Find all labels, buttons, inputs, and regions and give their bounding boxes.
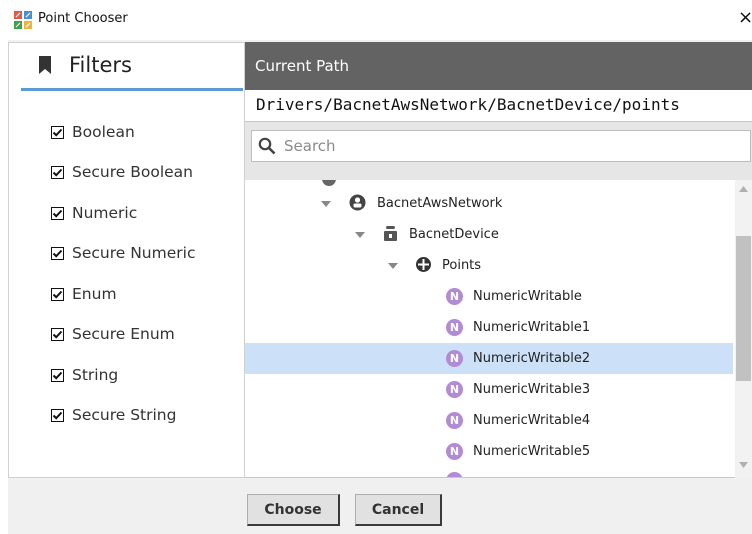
- station-icon: [322, 180, 336, 186]
- current-path-row: Drivers/BacnetAwsNetwork/BacnetDevice/po…: [245, 90, 752, 122]
- tree-node-label: BacnetAwsNetwork: [377, 196, 503, 211]
- filter-numeric[interactable]: Numeric: [51, 202, 137, 224]
- filter-secure-enum[interactable]: Secure Enum: [51, 323, 175, 345]
- tree-node-points[interactable]: Points: [245, 250, 733, 281]
- tree-node-label: NumericWritable4: [473, 413, 591, 428]
- numeric-point-icon: N: [446, 443, 463, 460]
- tree-node-bacnetdevice[interactable]: BacnetDevice: [245, 219, 733, 250]
- search-box[interactable]: [251, 130, 751, 162]
- filters-title: Filters: [69, 53, 132, 77]
- filter-string[interactable]: String: [51, 364, 118, 386]
- filter-label: Secure Numeric: [72, 244, 196, 262]
- points-folder-icon: [416, 257, 431, 272]
- tree-node-bacnetawsnetwork[interactable]: BacnetAwsNetwork: [245, 188, 733, 219]
- point-chooser-app-icon: [14, 11, 32, 29]
- filter-secure-string[interactable]: Secure String: [51, 404, 176, 426]
- filter-enum[interactable]: Enum: [51, 283, 117, 305]
- checkbox-checked-icon[interactable]: [51, 287, 64, 301]
- scroll-thumb[interactable]: [736, 236, 751, 381]
- expand-caret-icon[interactable]: [388, 263, 398, 269]
- filter-label: Secure Enum: [72, 325, 175, 343]
- numeric-point-icon: N: [446, 350, 463, 367]
- point-tree: BacnetAwsNetwork BacnetDevice Points N N…: [245, 180, 752, 478]
- checkbox-checked-icon[interactable]: [51, 368, 64, 382]
- tree-node-label: NumericWritable5: [473, 444, 591, 459]
- current-path-value: Drivers/BacnetAwsNetwork/BacnetDevice/po…: [256, 95, 680, 114]
- tree-node-numericwritable[interactable]: N NumericWritable: [245, 281, 733, 312]
- numeric-point-icon: N: [446, 412, 463, 429]
- checkbox-checked-icon[interactable]: [51, 165, 64, 179]
- cancel-button[interactable]: Cancel: [355, 494, 442, 526]
- filter-label: String: [72, 366, 119, 384]
- filter-secure-numeric[interactable]: Secure Numeric: [51, 242, 195, 264]
- filters-panel: Filters Boolean Secure Boolean Numeric S…: [8, 42, 245, 478]
- tree-node-numericwritable4[interactable]: N NumericWritable4: [245, 405, 733, 436]
- tree-node-numericwritable1[interactable]: N NumericWritable1: [245, 312, 733, 343]
- tree-node-label: Points: [442, 258, 482, 273]
- tree-node-label: BacnetDevice: [409, 227, 499, 242]
- checkbox-checked-icon[interactable]: [51, 327, 64, 341]
- numeric-point-icon: N: [446, 319, 463, 336]
- device-icon: [384, 226, 397, 241]
- choose-button[interactable]: Choose: [247, 494, 340, 526]
- scroll-up-arrow-icon[interactable]: [739, 186, 748, 192]
- current-path-header: Current Path: [245, 42, 752, 90]
- tree-scrollbar[interactable]: [735, 180, 752, 478]
- checkbox-checked-icon[interactable]: [51, 408, 64, 422]
- checkbox-checked-icon[interactable]: [51, 125, 64, 139]
- filter-label: Numeric: [72, 204, 138, 222]
- close-icon[interactable]: ×: [738, 7, 752, 29]
- filter-label: Boolean: [72, 123, 135, 141]
- tree-node-numericwritable2[interactable]: N NumericWritable2: [245, 343, 733, 374]
- checkbox-checked-icon[interactable]: [51, 246, 64, 260]
- window-title: Point Chooser: [38, 11, 128, 26]
- filter-label: Enum: [72, 285, 117, 303]
- numeric-point-icon: [446, 472, 463, 477]
- tree-node-numericwritable5[interactable]: N NumericWritable5: [245, 436, 733, 467]
- tree-node-label: NumericWritable3: [473, 382, 591, 397]
- current-path-label: Current Path: [255, 57, 350, 75]
- filter-label: Secure String: [72, 406, 177, 424]
- checkbox-checked-icon[interactable]: [51, 206, 64, 220]
- bookmark-icon: [39, 56, 51, 74]
- expand-caret-icon[interactable]: [321, 201, 331, 207]
- tree-node-label: NumericWritable2: [473, 351, 591, 366]
- network-icon: [349, 194, 366, 211]
- filters-header: Filters: [21, 43, 243, 91]
- scroll-down-arrow-icon[interactable]: [739, 462, 748, 468]
- tree-node-label: NumericWritable1: [473, 320, 591, 335]
- filter-label: Secure Boolean: [72, 163, 193, 181]
- expand-caret-icon[interactable]: [355, 232, 365, 238]
- filter-secure-boolean[interactable]: Secure Boolean: [51, 161, 193, 183]
- filter-boolean[interactable]: Boolean: [51, 121, 135, 143]
- search-row: [245, 122, 752, 180]
- tree-node-numericwritable3[interactable]: N NumericWritable3: [245, 374, 733, 405]
- tree-node-label: NumericWritable: [473, 289, 582, 304]
- search-input[interactable]: [282, 135, 722, 157]
- search-icon: [258, 137, 276, 155]
- numeric-point-icon: N: [446, 381, 463, 398]
- title-bar: Point Chooser ×: [0, 0, 752, 40]
- numeric-point-icon: N: [446, 288, 463, 305]
